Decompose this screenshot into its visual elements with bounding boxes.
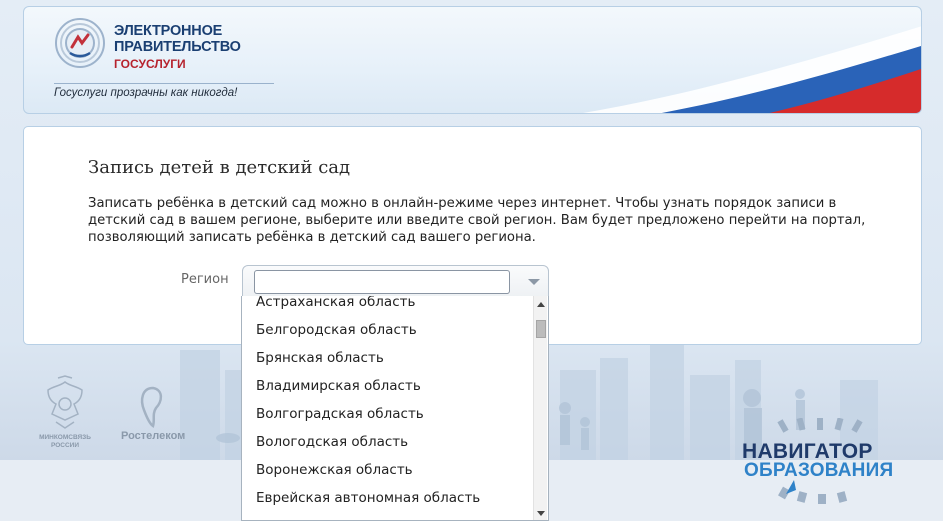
- page-title: Запись детей в детский сад: [88, 157, 351, 178]
- flag-swoosh: [582, 26, 921, 113]
- page-description: Записать ребёнка в детский сад можно в о…: [88, 196, 866, 245]
- ministry-caption: МИНКОМСВЯЗЬ РОССИИ: [39, 434, 91, 449]
- region-option[interactable]: Владимирская область: [242, 372, 534, 400]
- logo-line1: ЭЛЕКТРОННОЕ: [114, 23, 223, 39]
- scroll-down-icon[interactable]: [537, 511, 545, 516]
- logo-line3: ГОСУСЛУГИ: [114, 57, 186, 71]
- rostelecom-logo-icon: [140, 386, 163, 428]
- region-option[interactable]: Белгородская область: [242, 316, 534, 344]
- region-label: Регион: [181, 272, 229, 287]
- rostelecom-label: Ростелеком: [121, 430, 186, 442]
- slogan: Госуслуги прозрачны как никогда!: [54, 87, 238, 99]
- navigator-subtitle: ОБРАЗОВАНИЯ: [744, 460, 894, 481]
- gosuslugi-logo-text[interactable]: ЭЛЕКТРОННОЕ ПРАВИТЕЛЬСТВО ГОСУСЛУГИ: [114, 23, 241, 72]
- region-input[interactable]: [254, 270, 510, 294]
- chevron-down-icon[interactable]: [528, 279, 540, 285]
- slogan-divider: [54, 83, 274, 84]
- scroll-thumb[interactable]: [536, 320, 546, 338]
- scroll-up-icon[interactable]: [537, 302, 545, 307]
- region-option[interactable]: Астраханская область: [242, 296, 534, 316]
- region-option[interactable]: Воронежская область: [242, 456, 534, 484]
- header-banner: ЭЛЕКТРОННОЕ ПРАВИТЕЛЬСТВО ГОСУСЛУГИ Госу…: [23, 6, 922, 114]
- gosuslugi-logo-icon: [55, 18, 105, 68]
- region-option[interactable]: Еврейская автономная область: [242, 484, 534, 512]
- region-option[interactable]: Вологодская область: [242, 428, 534, 456]
- region-combobox[interactable]: [242, 265, 549, 298]
- region-option[interactable]: Волгоградская область: [242, 400, 534, 428]
- region-option[interactable]: Брянская область: [242, 344, 534, 372]
- logo-line2: ПРАВИТЕЛЬСТВО: [114, 39, 241, 55]
- russian-emblem-icon: [47, 375, 83, 429]
- dropdown-scrollbar[interactable]: [533, 296, 547, 520]
- region-dropdown-list[interactable]: Астраханская область Белгородская област…: [241, 296, 549, 521]
